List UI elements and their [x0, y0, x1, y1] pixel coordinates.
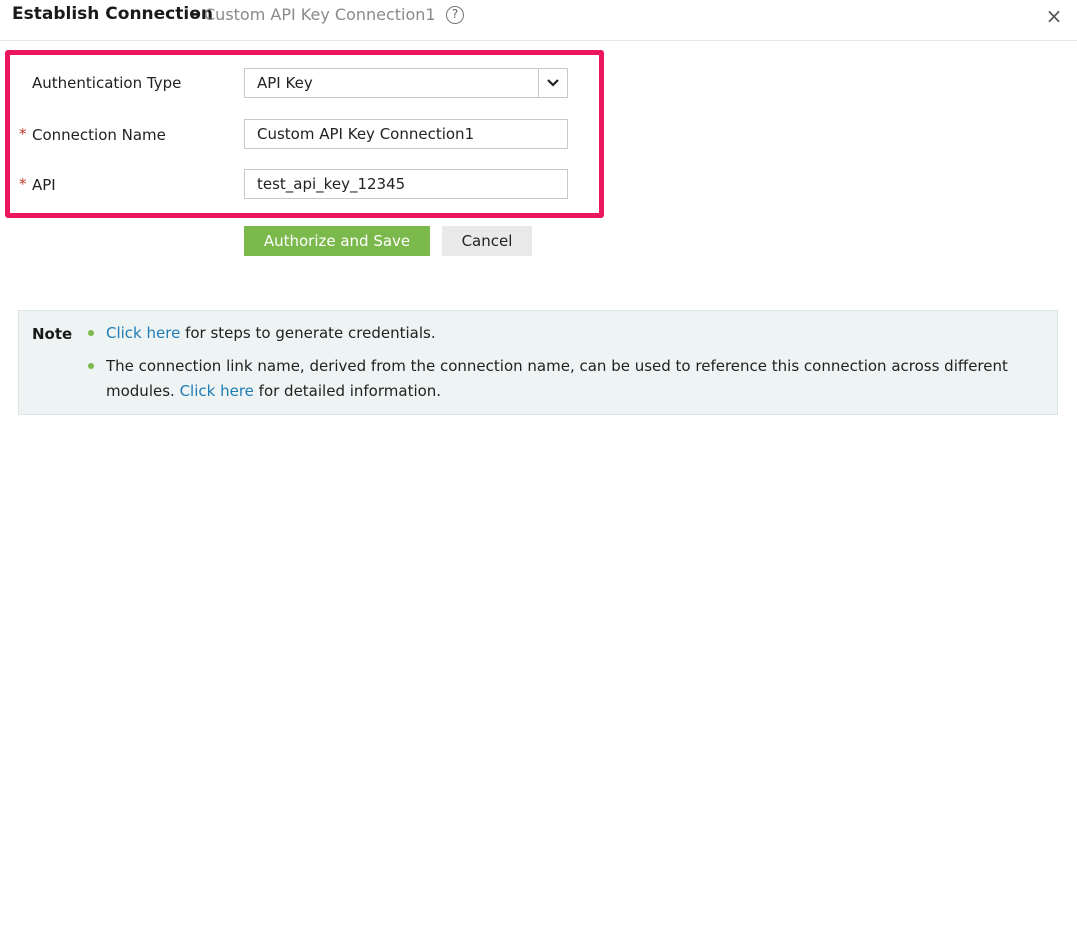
note-label: Note	[32, 325, 73, 343]
note-item-1-text: for steps to generate credentials.	[180, 324, 436, 342]
note-item-2-prefix: modules.	[106, 382, 180, 400]
note-item-2-line-2: modules. Click here for detailed informa…	[106, 382, 441, 400]
bullet-icon	[88, 330, 94, 336]
generate-credentials-link[interactable]: Click here	[106, 324, 180, 342]
required-asterisk: *	[19, 175, 27, 193]
auth-type-value: API Key	[257, 74, 313, 92]
api-key-input[interactable]: test_api_key_12345	[244, 169, 568, 199]
required-asterisk: *	[19, 125, 27, 143]
dialog-title: Establish Connection	[12, 4, 213, 24]
help-icon[interactable]: ?	[446, 6, 464, 24]
api-label: API	[32, 176, 56, 194]
connection-name-label: Connection Name	[32, 126, 166, 144]
auth-type-label: Authentication Type	[32, 74, 182, 92]
note-box: Note Click here for steps to generate cr…	[18, 310, 1058, 415]
chevron-down-icon[interactable]	[538, 69, 567, 97]
dialog-header: Establish Connection - Custom API Key Co…	[0, 0, 1077, 41]
dialog-subtitle: Custom API Key Connection1	[204, 5, 436, 24]
close-icon[interactable]: ×	[1044, 6, 1064, 26]
authorize-and-save-button[interactable]: Authorize and Save	[244, 226, 430, 256]
note-item-2-suffix: for detailed information.	[253, 382, 442, 400]
establish-connection-dialog: Establish Connection - Custom API Key Co…	[0, 0, 1077, 940]
detailed-information-link[interactable]: Click here	[180, 382, 254, 400]
title-separator: -	[192, 4, 200, 24]
auth-type-select[interactable]: API Key	[244, 68, 568, 98]
cancel-button[interactable]: Cancel	[442, 226, 532, 256]
note-item-2-line-1: The connection link name, derived from t…	[106, 357, 1008, 375]
connection-name-input[interactable]: Custom API Key Connection1	[244, 119, 568, 149]
bullet-icon	[88, 363, 94, 369]
note-item-1: Click here for steps to generate credent…	[106, 324, 436, 342]
